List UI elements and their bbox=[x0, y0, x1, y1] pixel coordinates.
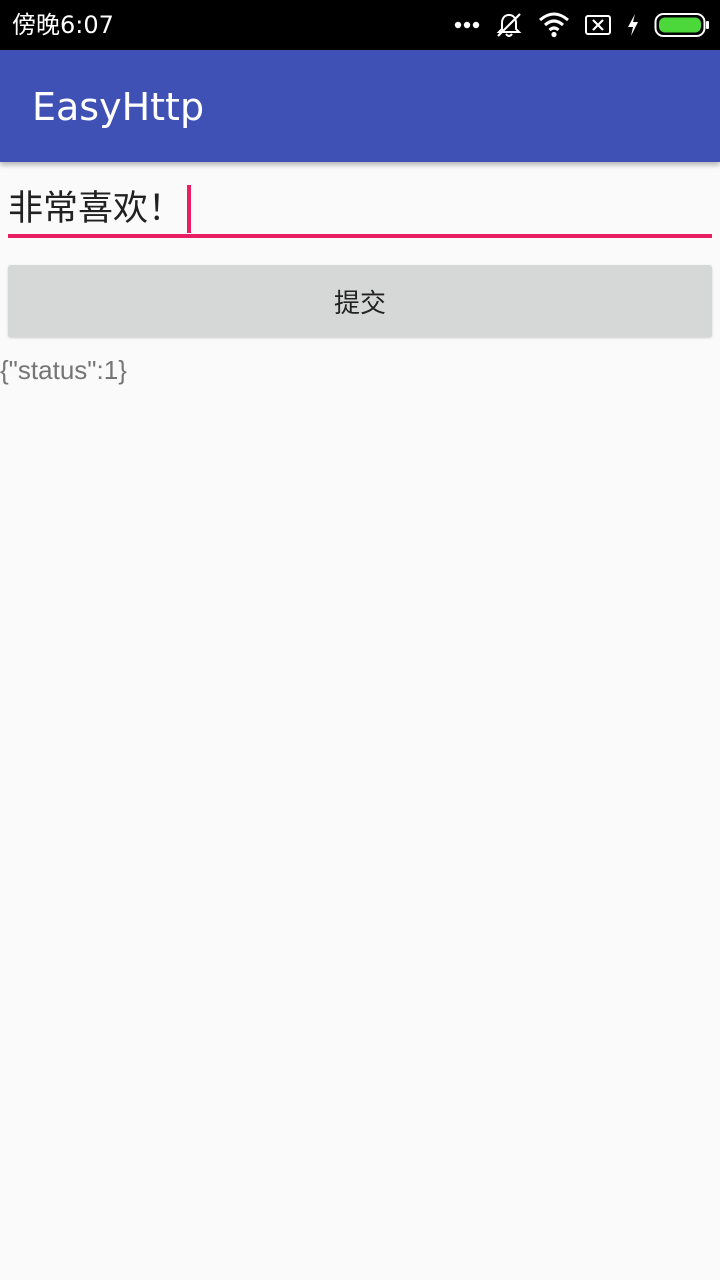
message-input-value: 非常喜欢！ bbox=[8, 189, 184, 229]
app-bar: EasyHttp bbox=[0, 50, 720, 162]
app-title: EasyHttp bbox=[32, 85, 205, 129]
submit-button[interactable]: 提交 bbox=[8, 265, 712, 337]
more-dots-icon bbox=[454, 20, 480, 30]
text-cursor bbox=[187, 185, 192, 233]
status-icons bbox=[454, 0, 710, 50]
charging-icon bbox=[626, 13, 640, 37]
mute-icon bbox=[494, 10, 524, 40]
message-input[interactable]: 非常喜欢！ bbox=[8, 178, 712, 240]
status-bar: 傍晚6:07 bbox=[0, 0, 720, 50]
response-text: {"status":1} bbox=[0, 355, 127, 385]
no-sim-icon bbox=[584, 14, 612, 36]
message-input-field[interactable]: 非常喜欢！ bbox=[8, 182, 192, 236]
wifi-icon bbox=[538, 12, 570, 38]
input-underline bbox=[8, 234, 712, 238]
battery-icon bbox=[654, 12, 710, 38]
status-time: 傍晚6:07 bbox=[12, 11, 114, 39]
